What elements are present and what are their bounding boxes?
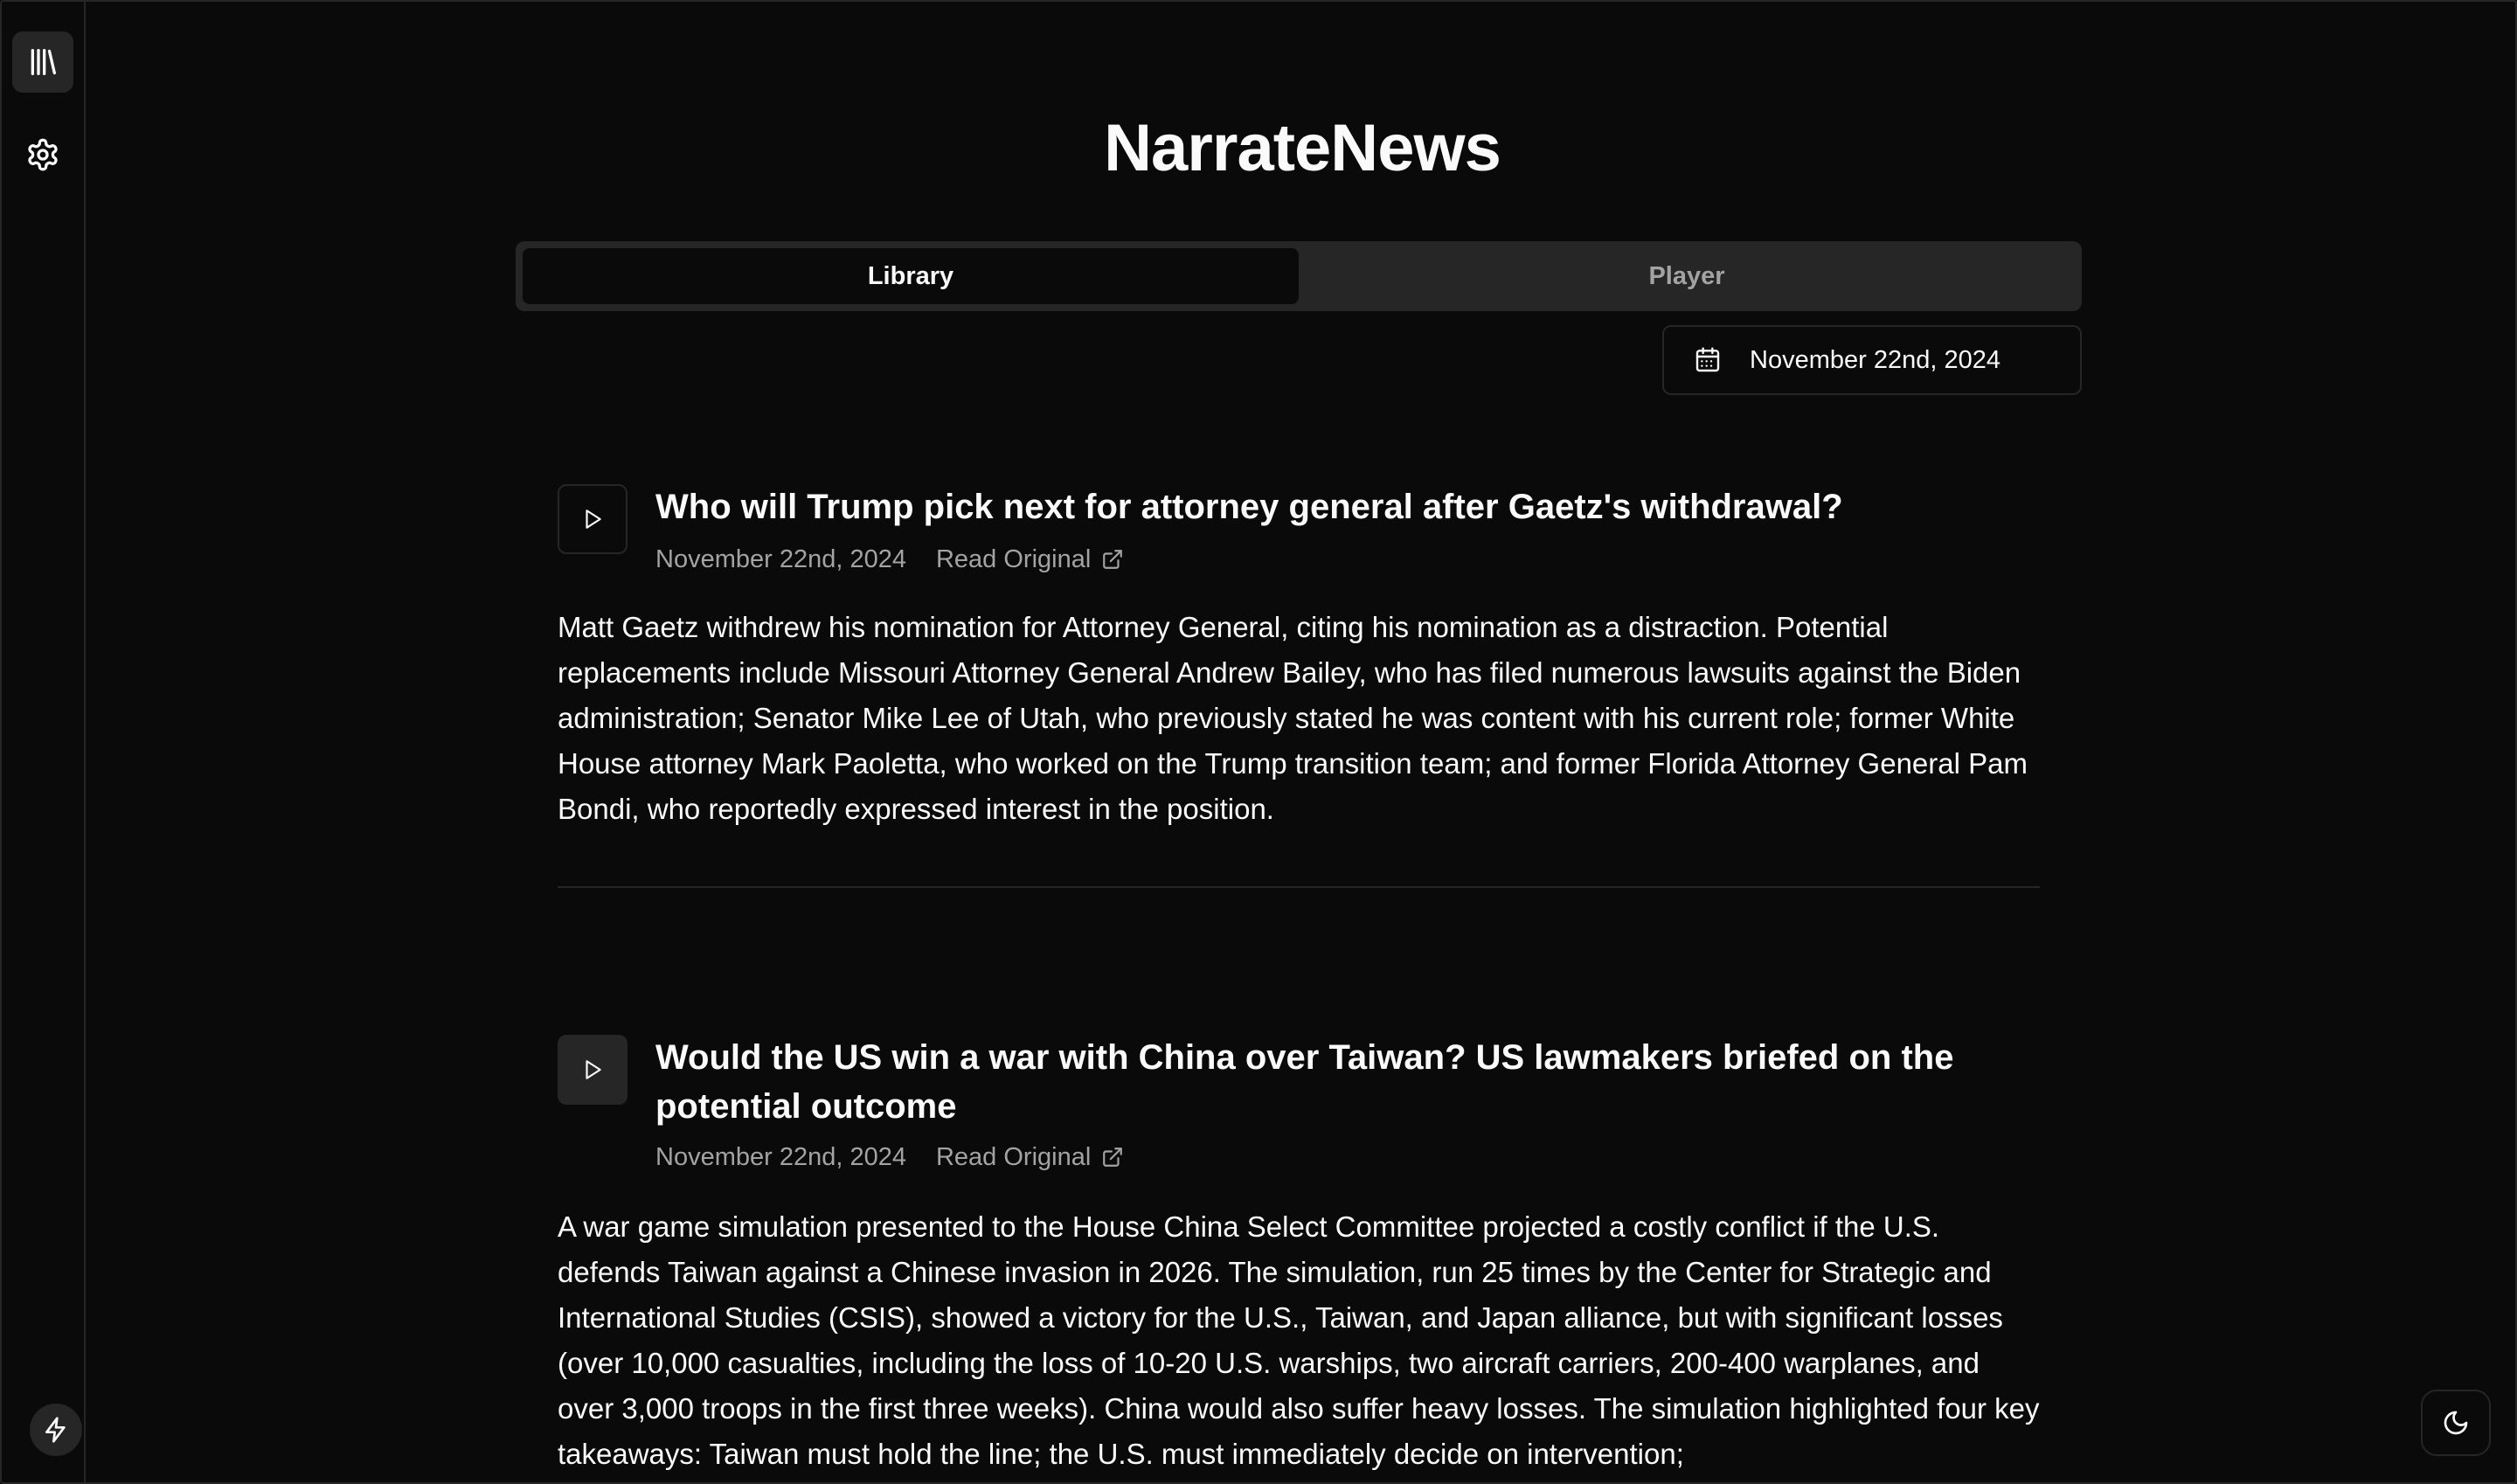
selected-date: November 22nd, 2024: [1750, 345, 2000, 374]
gear-icon: [28, 138, 58, 171]
bolt-icon: [45, 1417, 66, 1443]
play-icon: [586, 510, 601, 529]
play-icon: [586, 1060, 601, 1079]
tab-player[interactable]: Player: [1299, 248, 2075, 304]
bolt-button[interactable]: [30, 1404, 82, 1456]
app-window: NarrateNews Library Player November 22nd…: [0, 0, 2517, 1484]
theme-toggle-button[interactable]: [2421, 1390, 2491, 1456]
article-summary: Matt Gaetz withdrew his nomination for A…: [558, 611, 2028, 825]
external-link-icon: [1103, 1148, 1123, 1167]
tab-library[interactable]: Library: [523, 248, 1299, 304]
read-original-label: Read Original: [935, 1143, 1092, 1171]
play-button[interactable]: [558, 484, 628, 554]
play-button[interactable]: [558, 1035, 628, 1105]
view-tabs: Library Player: [516, 241, 2082, 311]
read-original-link[interactable]: Read Original: [936, 542, 1124, 577]
read-original-label: Read Original: [935, 545, 1092, 573]
article-meta: November 22nd, 2024 Read Original: [655, 542, 1124, 577]
date-picker-button[interactable]: November 22nd, 2024: [1662, 325, 2082, 395]
article-divider: [558, 886, 2040, 888]
article-date: November 22nd, 2024: [655, 545, 906, 573]
calendar-icon: [1695, 347, 1720, 372]
sidebar-item-settings[interactable]: [12, 124, 73, 185]
sidebar-item-library[interactable]: [12, 31, 73, 93]
sidebar: [2, 2, 86, 1482]
moon-icon: [2444, 1411, 2468, 1435]
library-icon: [31, 49, 56, 76]
article-meta: November 22nd, 2024 Read Original: [655, 1140, 1124, 1175]
read-original-link[interactable]: Read Original: [936, 1140, 1124, 1175]
external-link-icon: [1103, 550, 1123, 569]
article-date: November 22nd, 2024: [655, 1143, 906, 1171]
article-title: Who will Trump pick next for attorney ge…: [655, 488, 1843, 526]
article-summary: A war game simulation presented to the H…: [558, 1210, 2040, 1470]
article-title: Would the US win a war with China over T…: [655, 1038, 1954, 1126]
page-title: NarrateNews: [1104, 111, 1501, 185]
